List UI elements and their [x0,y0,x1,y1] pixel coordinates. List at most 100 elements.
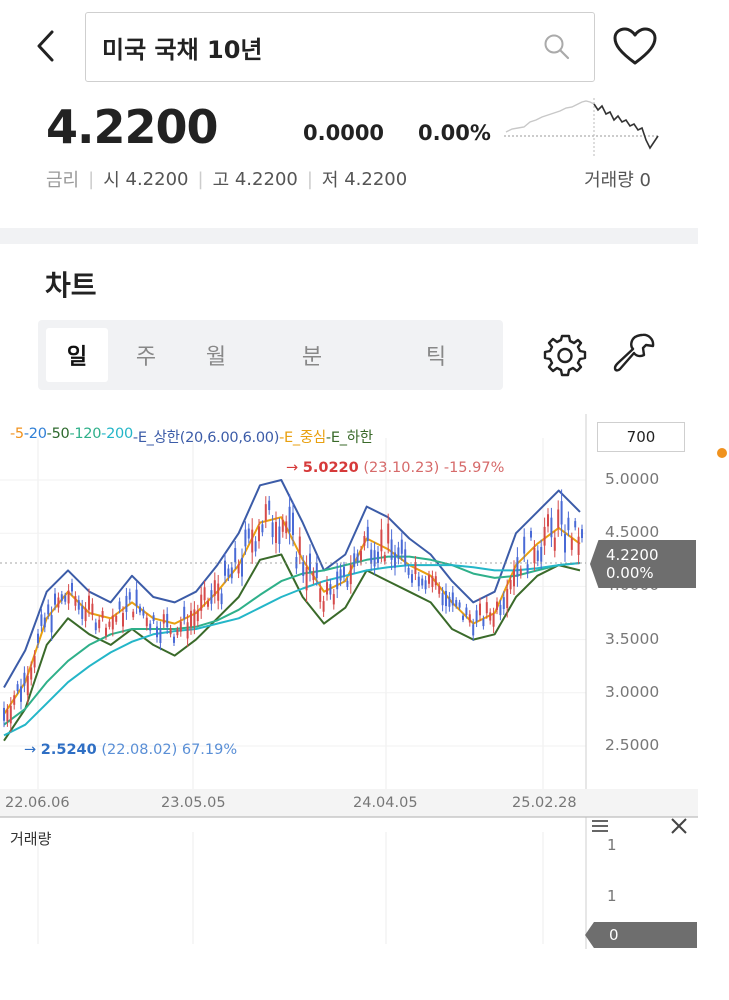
x-tick-label: 24.04.05 [353,795,418,811]
menu-icon[interactable] [591,818,609,834]
open-value: 4.2200 [125,168,189,190]
candle-body [9,705,12,724]
candle-body [377,551,379,563]
candle-body [94,622,97,631]
candle-body [496,601,498,610]
legend-item: -E_하한 [325,430,373,446]
candle-body [455,600,458,606]
candle-body [227,568,230,577]
candle-body [57,597,60,608]
gear-icon [543,334,587,377]
legend-item: -120 [69,426,102,442]
candle-body [404,549,407,565]
candle-body [489,612,492,621]
candle-body [74,596,77,606]
candle-body [135,589,138,606]
price-change-percent: 0.00% [418,121,491,145]
legend-item: -5 [10,426,24,442]
search-input[interactable]: 미국 국채 10년 [85,12,595,82]
candle-body [516,557,519,577]
tab-week[interactable]: 주 [118,328,174,382]
legend-item: -E_중심 [279,430,326,446]
candle-body [115,615,118,622]
favorite-button[interactable] [612,26,658,68]
candle-body [207,600,209,607]
candle-body [574,521,577,528]
candle-body [380,529,383,552]
candle-body [6,709,9,722]
tab-tick[interactable]: 틱 [408,328,464,382]
candle-body [550,517,553,538]
high-marker-label: → 5.0220 (23.10.23) -15.97% [286,460,504,476]
candle-body [547,514,549,527]
candle-body [88,595,90,610]
candle-body [533,547,536,564]
price-chart[interactable] [0,414,698,949]
candle-body [271,522,274,538]
candle-body [370,549,373,564]
volume-label: 거래량 [584,170,634,191]
y-tick-label: 2.5000 [605,736,660,754]
candle-body [64,595,67,602]
candle-body [213,580,216,596]
candle-body [196,610,199,622]
candle-body [77,600,80,610]
x-tick-label: 23.05.05 [161,795,226,811]
candle-body [258,526,260,542]
high-marker-value: 5.0220 [302,460,359,476]
tab-minute[interactable]: 분 [284,328,340,382]
candle-body [394,552,396,568]
candle-body [145,617,148,627]
low-marker-label: → 2.5240 (22.08.02) 67.19% [24,742,237,758]
candle-body [492,614,495,627]
legend-item: -20 [23,426,47,442]
candle-body [543,526,546,546]
back-button[interactable] [30,26,66,66]
candle-body [329,584,332,595]
mini-sparkline [504,98,660,156]
candle-body [60,594,63,601]
y-tick-label: 4.5000 [605,523,660,542]
high-value: 4.2200 [234,168,298,190]
open-label: 시 [103,170,120,191]
candle-body [156,626,158,638]
candle-body [67,590,70,604]
candle-body [462,615,464,620]
candle-body [567,517,570,531]
y-tick-label: 5.0000 [605,470,660,488]
candle-body [183,606,186,619]
volume-tick-mid: 1 [607,887,617,905]
candle-body [485,602,488,614]
candle-body [20,686,22,702]
chart-settings-button[interactable] [543,333,587,377]
tab-month[interactable]: 월 [188,328,244,382]
low-marker-date: (22.08.02) [101,742,178,758]
candle-body [261,524,264,533]
candle-body [414,562,417,575]
candle-body [475,610,478,622]
candle-body [122,613,124,627]
candle-body [173,636,175,643]
search-icon[interactable] [542,32,572,62]
candle-body [244,529,247,547]
candle-body [319,588,322,602]
candle-body [421,578,424,586]
candle-body [373,550,376,567]
candle-body [553,537,556,551]
chart-tools-button[interactable] [612,331,658,377]
x-tick-label: 22.06.06 [5,795,70,811]
meta-label: 금리 [46,170,80,191]
candle-body [16,684,19,691]
candle-body [50,615,53,633]
candle-body [23,672,26,686]
candle-body [193,609,196,626]
candle-body [397,547,400,559]
candle-body [366,526,369,542]
candle-count-box[interactable]: 700 [597,422,685,452]
tab-day[interactable]: 일 [46,328,108,382]
candle-body [98,619,101,629]
candle-body [247,528,250,539]
close-icon[interactable] [670,817,688,835]
separator: | [197,168,204,190]
candle-body [523,536,526,554]
